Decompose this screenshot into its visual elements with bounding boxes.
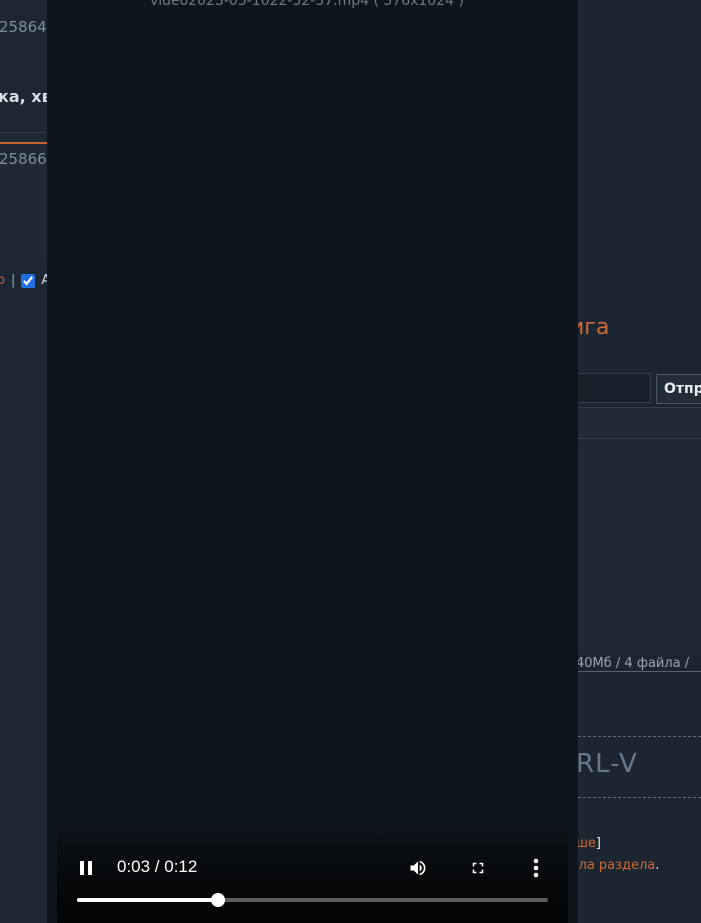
board-title: ига <box>578 315 610 340</box>
pause-icon <box>80 861 92 875</box>
video-player[interactable]: 0:03 / 0:12 <box>57 22 568 923</box>
captcha-text: RL-V <box>578 749 638 779</box>
option-checkbox[interactable] <box>21 273 36 288</box>
reply-input[interactable] <box>578 373 651 403</box>
seek-bar-progress <box>77 898 219 902</box>
more-options-button[interactable] <box>521 853 551 883</box>
media-viewer: video2025-05-1022-52-37.mp4 ( 576x1024 )… <box>47 0 578 923</box>
period: . <box>655 858 660 873</box>
rules-link-text[interactable]: ила раздела <box>578 858 655 873</box>
form-row <box>578 407 701 439</box>
post-text: ка, хва <box>0 87 47 106</box>
seek-bar[interactable] <box>77 893 548 907</box>
bracket: ] <box>595 836 601 851</box>
reply-text-area[interactable] <box>578 443 701 653</box>
time-display: 0:03 / 0:12 <box>117 857 198 876</box>
post-number[interactable]: 25866 <box>0 150 47 168</box>
thread-control-link[interactable]: о <box>0 273 5 288</box>
captcha-border-bottom <box>578 797 701 798</box>
volume-icon <box>410 860 426 876</box>
footer-link: ше] <box>578 836 601 851</box>
footer-link-text[interactable]: ше <box>578 836 596 851</box>
fullscreen-button[interactable] <box>460 853 496 883</box>
media-caption: video2025-05-1022-52-37.mp4 ( 576x1024 ) <box>150 0 464 9</box>
more-vert-icon <box>533 858 539 878</box>
background-board-right: ига Отпр 40Мб / 4 файла / RL-V ше] ила р… <box>578 0 701 923</box>
send-button[interactable]: Отпр <box>656 374 701 404</box>
mute-button[interactable] <box>400 853 436 883</box>
thread-controls: о | А <box>0 273 47 288</box>
fullscreen-icon <box>472 862 484 874</box>
background-board-left: 25864 ка, хва 25866 о | А <box>0 0 47 923</box>
post-number[interactable]: 25864 <box>0 18 47 36</box>
play-pause-button[interactable] <box>67 853 105 883</box>
post-divider <box>0 132 47 133</box>
file-stats: 40Мб / 4 файла / <box>578 656 690 671</box>
page: 25864 ка, хва 25866 о | А ига Отпр 40Мб … <box>0 0 701 923</box>
rules-link: ила раздела. <box>578 858 659 873</box>
divider <box>578 671 701 672</box>
separator: | <box>10 273 16 288</box>
captcha-border-top <box>578 736 701 737</box>
